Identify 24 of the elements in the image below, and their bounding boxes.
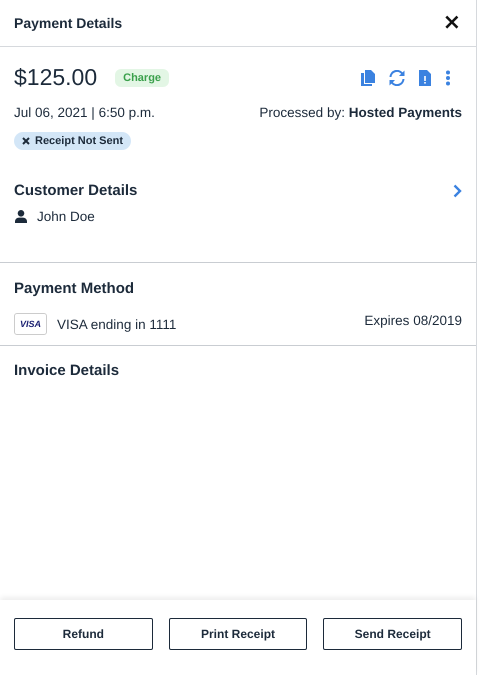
panel-title: Payment Details — [14, 15, 122, 31]
customer-name: John Doe — [37, 209, 95, 224]
action-button[interactable]: Refund — [14, 618, 153, 650]
section-heading: Invoice Details — [14, 362, 120, 379]
card-number: VISA ending in 1111 — [57, 316, 176, 332]
card-brand-logo: VISA — [14, 313, 48, 335]
x-icon — [22, 137, 30, 145]
file-alert-icon[interactable] — [419, 70, 431, 86]
card-expiry: Expires 08/2019 — [364, 312, 462, 328]
payment-amount: $125.00 — [14, 64, 98, 91]
section-heading: Customer Details — [14, 182, 138, 199]
action-button[interactable]: Print Receipt — [168, 618, 308, 650]
more-icon[interactable] — [445, 70, 451, 86]
close-button[interactable]: × — [442, 12, 461, 34]
refresh-icon[interactable] — [389, 70, 405, 86]
payment-date: Jul 06, 2021 | 6:50 p.m. — [14, 105, 155, 120]
copy-icon[interactable] — [361, 70, 375, 86]
person-icon — [15, 210, 27, 223]
receipt-status-text: Receipt Not Sent — [35, 135, 124, 147]
charge-tag: Charge — [115, 68, 170, 86]
action-button[interactable]: Send Receipt — [323, 618, 462, 650]
processed-by: Processed by: Hosted Payments — [259, 105, 462, 120]
chevron-right-icon[interactable] — [453, 184, 462, 198]
section-heading: Payment Method — [14, 280, 136, 297]
